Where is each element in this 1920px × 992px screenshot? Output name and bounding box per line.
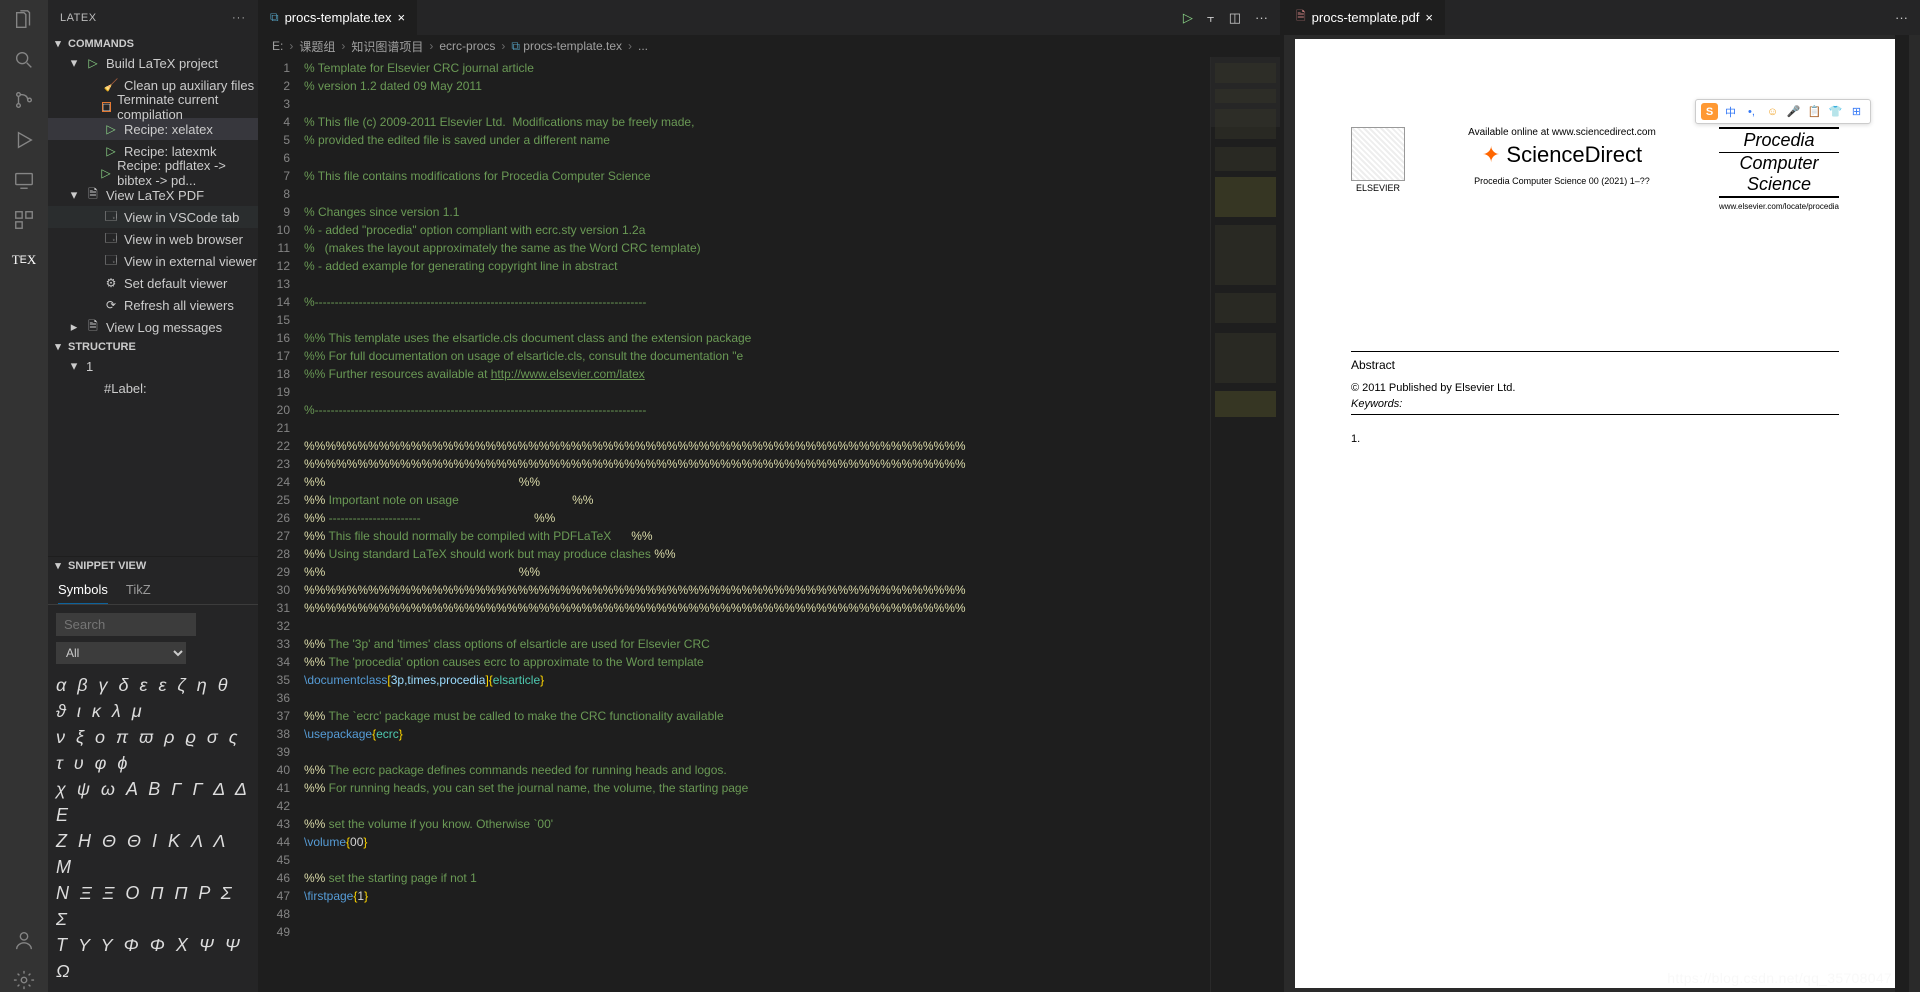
snippet-view: ▾SNIPPET VIEW Symbols TikZ All α β γ δ ε… bbox=[48, 556, 258, 992]
breadcrumb-seg[interactable]: ⧉ procs-template.tex bbox=[511, 39, 622, 54]
pdf-pane: 🗎 procs-template.pdf × ··· S中•,☺🎤📋👕⊞ ELS… bbox=[1284, 0, 1920, 992]
editor-actions: ▷ ⫟ ◫ ··· bbox=[1171, 0, 1280, 35]
more-icon[interactable]: ··· bbox=[1895, 10, 1908, 25]
structure-header[interactable]: ▾STRUCTURE bbox=[48, 338, 258, 355]
keywords-label: Keywords: bbox=[1351, 398, 1839, 410]
ime-toolbar[interactable]: S中•,☺🎤📋👕⊞ bbox=[1695, 99, 1871, 124]
symbol-row[interactable]: α β γ δ ε ε ζ η θ ϑ ι κ λ μ bbox=[56, 672, 250, 724]
ime-icon[interactable]: 🎤 bbox=[1785, 103, 1802, 120]
split-down-icon[interactable]: ⫟ bbox=[1207, 10, 1215, 26]
available-text: Available online at www.sciencedirect.co… bbox=[1468, 127, 1656, 138]
sidebar-more-icon[interactable]: ··· bbox=[232, 12, 246, 24]
ime-icon[interactable]: 中 bbox=[1722, 103, 1739, 120]
watermark: https://blog.csdn.net/qq_35708047 bbox=[1667, 970, 1892, 986]
symbol-row[interactable]: ν ξ ο π ϖ ρ ϱ σ ς τ υ φ ϕ bbox=[56, 724, 250, 776]
breadcrumb-seg[interactable]: 知识图谱项目 bbox=[351, 38, 423, 55]
breadcrumb[interactable]: E: › 课题组 › 知识图谱项目 › ecrc-procs › ⧉ procs… bbox=[258, 35, 1280, 57]
structure-item[interactable]: ▾1 bbox=[48, 355, 258, 377]
run-icon[interactable]: ▷ bbox=[1183, 10, 1193, 26]
journal-ref: Procedia Computer Science 00 (2021) 1–?? bbox=[1468, 176, 1656, 186]
pdf-scrollbar[interactable] bbox=[1895, 35, 1909, 992]
ime-icon[interactable]: 📋 bbox=[1806, 103, 1823, 120]
tex-icon[interactable]: TEX bbox=[12, 248, 36, 272]
sidebar-item[interactable]: 🗔View in VSCode tab bbox=[48, 206, 258, 228]
code-editor[interactable]: % Template for Elsevier CRC journal arti… bbox=[304, 57, 1210, 992]
procedia-logo: Procedia Computer Science www.elsevier.c… bbox=[1719, 127, 1839, 211]
sidebar-item[interactable]: ▾▷Build LaTeX project bbox=[48, 52, 258, 74]
page-marker: 1. bbox=[1351, 433, 1839, 445]
pdf-page: S中•,☺🎤📋👕⊞ ELSEVIER Available online at w… bbox=[1295, 39, 1895, 988]
abstract-heading: Abstract bbox=[1351, 358, 1839, 372]
sidebar: LATEX ··· ▾COMMANDS ▾▷Build LaTeX projec… bbox=[48, 0, 258, 992]
minimap[interactable] bbox=[1210, 57, 1280, 992]
sciencedirect-logo: ✦ ScienceDirect bbox=[1468, 142, 1656, 168]
sidebar-item[interactable]: ⟳Refresh all viewers bbox=[48, 294, 258, 316]
snippet-search-input[interactable] bbox=[56, 613, 196, 636]
editor-group: ⧉ procs-template.tex × ▷ ⫟ ◫ ··· E: › 课题… bbox=[258, 0, 1280, 992]
close-icon[interactable]: × bbox=[398, 10, 406, 25]
close-icon[interactable]: × bbox=[1425, 10, 1433, 25]
sidebar-item[interactable]: 🗔View in external viewer bbox=[48, 250, 258, 272]
sidebar-item[interactable]: ⚙Set default viewer bbox=[48, 272, 258, 294]
account-icon[interactable] bbox=[12, 928, 36, 952]
snippet-header[interactable]: ▾SNIPPET VIEW bbox=[48, 557, 258, 574]
ime-icon[interactable]: •, bbox=[1743, 103, 1760, 120]
search-icon[interactable] bbox=[12, 48, 36, 72]
symbol-row[interactable]: N Ξ Ξ O Π Π P Σ Σ bbox=[56, 880, 250, 932]
sidebar-item[interactable]: ▷Recipe: pdflatex -> bibtex -> pd... bbox=[48, 162, 258, 184]
sidebar-item[interactable]: □Terminate current compilation bbox=[48, 96, 258, 118]
snippet-filter-select[interactable]: All bbox=[56, 642, 186, 664]
settings-icon[interactable] bbox=[12, 968, 36, 992]
tab-pdf[interactable]: 🗎 procs-template.pdf × bbox=[1284, 0, 1446, 35]
snippet-tab-symbols[interactable]: Symbols bbox=[58, 578, 108, 604]
ime-icon[interactable]: S bbox=[1701, 103, 1718, 120]
breadcrumb-seg[interactable]: 课题组 bbox=[299, 38, 335, 55]
debug-icon[interactable] bbox=[12, 128, 36, 152]
breadcrumb-seg[interactable]: ecrc-procs bbox=[439, 39, 495, 53]
commands-header[interactable]: ▾COMMANDS bbox=[48, 35, 258, 52]
symbol-row[interactable]: Z H Θ Θ I K Λ Λ M bbox=[56, 828, 250, 880]
ime-icon[interactable]: ☺ bbox=[1764, 103, 1781, 120]
sidebar-title: LATEX ··· bbox=[48, 0, 258, 35]
activity-bar: TEX bbox=[0, 0, 48, 992]
sidebar-item[interactable]: 🗔View in web browser bbox=[48, 228, 258, 250]
tex-file-icon: ⧉ bbox=[270, 10, 279, 25]
line-gutter: 1234567891011121314151617181920212223242… bbox=[258, 57, 304, 992]
more-icon[interactable]: ··· bbox=[1255, 10, 1268, 25]
structure-item[interactable]: #Label: bbox=[48, 377, 258, 399]
snippet-tab-tikz[interactable]: TikZ bbox=[126, 578, 151, 604]
extensions-icon[interactable] bbox=[12, 208, 36, 232]
remote-icon[interactable] bbox=[12, 168, 36, 192]
split-right-icon[interactable]: ◫ bbox=[1229, 10, 1241, 26]
elsevier-logo: ELSEVIER bbox=[1351, 127, 1405, 193]
scm-icon[interactable] bbox=[12, 88, 36, 112]
ime-icon[interactable]: 👕 bbox=[1827, 103, 1844, 120]
copyright-text: © 2011 Published by Elsevier Ltd. bbox=[1351, 382, 1839, 394]
breadcrumb-seg[interactable]: ... bbox=[638, 39, 648, 53]
tab-tex[interactable]: ⧉ procs-template.tex × bbox=[258, 0, 418, 35]
symbol-row[interactable]: χ ψ ω A B Γ Γ Δ Δ E bbox=[56, 776, 250, 828]
ime-icon[interactable]: ⊞ bbox=[1848, 103, 1865, 120]
breadcrumb-seg[interactable]: E: bbox=[272, 39, 283, 53]
pdf-file-icon: 🗎 bbox=[1296, 7, 1306, 28]
symbol-row[interactable]: T Υ Υ Φ Φ X Ψ Ψ Ω bbox=[56, 932, 250, 984]
editor-tabs: ⧉ procs-template.tex × ▷ ⫟ ◫ ··· bbox=[258, 0, 1280, 35]
pdf-viewport[interactable]: S中•,☺🎤📋👕⊞ ELSEVIER Available online at w… bbox=[1284, 35, 1920, 992]
sidebar-item[interactable]: ▸🗎View Log messages bbox=[48, 316, 258, 338]
files-icon[interactable] bbox=[12, 8, 36, 32]
